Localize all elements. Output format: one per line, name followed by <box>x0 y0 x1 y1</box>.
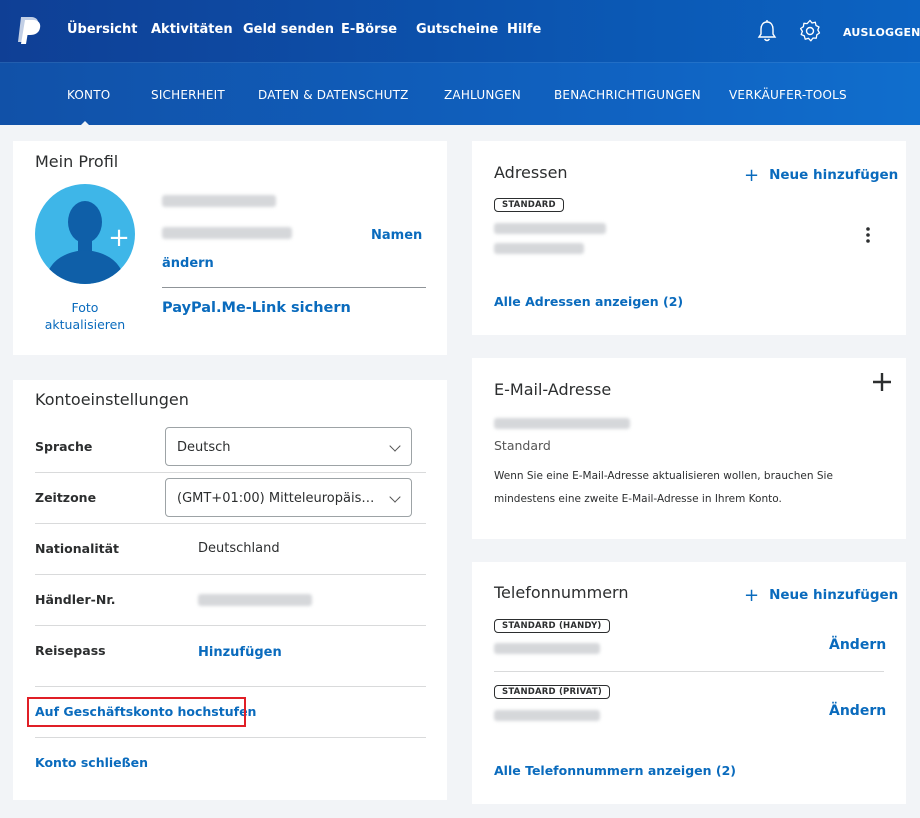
settings-divider <box>35 686 426 687</box>
settings-divider <box>35 574 426 575</box>
timezone-label: Zeitzone <box>35 490 97 505</box>
logout-button[interactable]: AUSLOGGEN <box>843 26 920 39</box>
email-note-line-2: mindestens eine zweite E-Mail-Adresse in… <box>494 493 782 505</box>
phone-home-badge: STANDARD (PRIVAT) <box>494 685 610 699</box>
phones-divider <box>494 671 884 672</box>
email-address-redacted <box>494 418 630 429</box>
language-label: Sprache <box>35 439 93 454</box>
profile-title: Mein Profil <box>35 152 119 171</box>
chevron-down-icon <box>389 440 401 452</box>
add-phone-button[interactable]: + Neue hinzufügen <box>744 585 898 606</box>
update-photo-label-2: aktualisieren <box>44 317 126 332</box>
merchant-id-redacted <box>198 594 312 606</box>
add-passport-link[interactable]: Hinzufügen <box>198 645 282 660</box>
nationality-value: Deutschland <box>198 541 280 556</box>
merchant-id-label: Händler-Nr. <box>35 592 116 607</box>
language-value: Deutsch <box>177 440 231 455</box>
paypalme-link[interactable]: PayPal.Me-Link sichern <box>162 300 351 316</box>
phone-mobile-redacted <box>494 643 600 654</box>
add-phone-label: Neue hinzufügen <box>769 587 899 603</box>
add-address-button[interactable]: + Neue hinzufügen <box>744 165 898 186</box>
change-name-link[interactable]: Namen <box>371 228 422 243</box>
address-line-redacted <box>494 243 584 254</box>
email-title: E-Mail-Adresse <box>494 380 612 399</box>
nav-vouchers[interactable]: Gutscheine <box>416 22 498 37</box>
email-note-line-1: Wenn Sie eine E-Mail-Adresse aktualisier… <box>494 470 833 482</box>
show-all-phones-link[interactable]: Alle Telefonnummern anzeigen (2) <box>494 763 736 778</box>
address-line-redacted <box>494 223 606 234</box>
close-account-link[interactable]: Konto schließen <box>35 755 148 770</box>
phone-mobile-badge: STANDARD (HANDY) <box>494 619 610 633</box>
tab-notifications[interactable]: BENACHRICHTIGUNGEN <box>554 88 701 102</box>
nav-send-money[interactable]: Geld senden <box>243 22 334 37</box>
phones-title: Telefonnummern <box>494 583 629 602</box>
change-name-link-cont[interactable]: ändern <box>162 256 214 271</box>
timezone-value: (GMT+01:00) Mitteleuropäische... <box>177 491 398 506</box>
tab-account[interactable]: KONTO <box>67 88 110 102</box>
add-address-label: Neue hinzufügen <box>769 167 899 183</box>
gear-icon[interactable] <box>798 19 822 43</box>
show-all-addresses-link[interactable]: Alle Adressen anzeigen (2) <box>494 294 683 309</box>
profile-since-redacted <box>162 227 292 239</box>
email-status: Standard <box>494 438 551 453</box>
nav-activities[interactable]: Aktivitäten <box>151 22 233 37</box>
account-settings-title: Kontoeinstellungen <box>35 390 189 409</box>
language-select[interactable]: Deutsch <box>165 427 412 466</box>
tab-seller-tools[interactable]: VERKÄUFER-TOOLS <box>729 88 847 102</box>
nav-wallet[interactable]: E-Börse <box>341 22 397 37</box>
passport-label: Reisepass <box>35 643 106 658</box>
avatar[interactable]: + <box>35 184 135 284</box>
bell-icon[interactable] <box>756 19 778 43</box>
phone-home-redacted <box>494 710 600 721</box>
more-options-icon[interactable] <box>864 226 872 244</box>
plus-icon: + <box>744 585 760 606</box>
settings-divider <box>35 523 426 524</box>
timezone-select[interactable]: (GMT+01:00) Mitteleuropäische... <box>165 478 412 517</box>
paypal-logo[interactable] <box>16 15 42 45</box>
nav-help[interactable]: Hilfe <box>507 22 541 37</box>
nationality-label: Nationalität <box>35 541 120 556</box>
add-photo-icon: + <box>108 223 130 253</box>
plus-icon: + <box>744 165 760 186</box>
nav-overview[interactable]: Übersicht <box>67 22 137 37</box>
addresses-title: Adressen <box>494 163 568 182</box>
settings-divider <box>35 472 426 473</box>
profile-divider <box>162 287 426 288</box>
edit-mobile-phone-link[interactable]: Ändern <box>829 637 886 653</box>
tab-security[interactable]: SICHERHEIT <box>151 88 225 102</box>
highlight-box <box>27 697 246 727</box>
tab-data-privacy[interactable]: DATEN & DATENSCHUTZ <box>258 88 409 102</box>
update-photo-label-1: Foto <box>71 300 99 315</box>
edit-home-phone-link[interactable]: Ändern <box>829 703 886 719</box>
tab-payments[interactable]: ZAHLUNGEN <box>444 88 521 102</box>
address-status-badge: STANDARD <box>494 198 564 212</box>
profile-name-redacted <box>162 195 276 207</box>
settings-divider <box>35 737 426 738</box>
active-tab-indicator <box>73 121 97 133</box>
update-photo-link[interactable]: Foto aktualisieren <box>35 299 135 333</box>
settings-divider <box>35 625 426 626</box>
plus-icon[interactable] <box>872 372 892 392</box>
